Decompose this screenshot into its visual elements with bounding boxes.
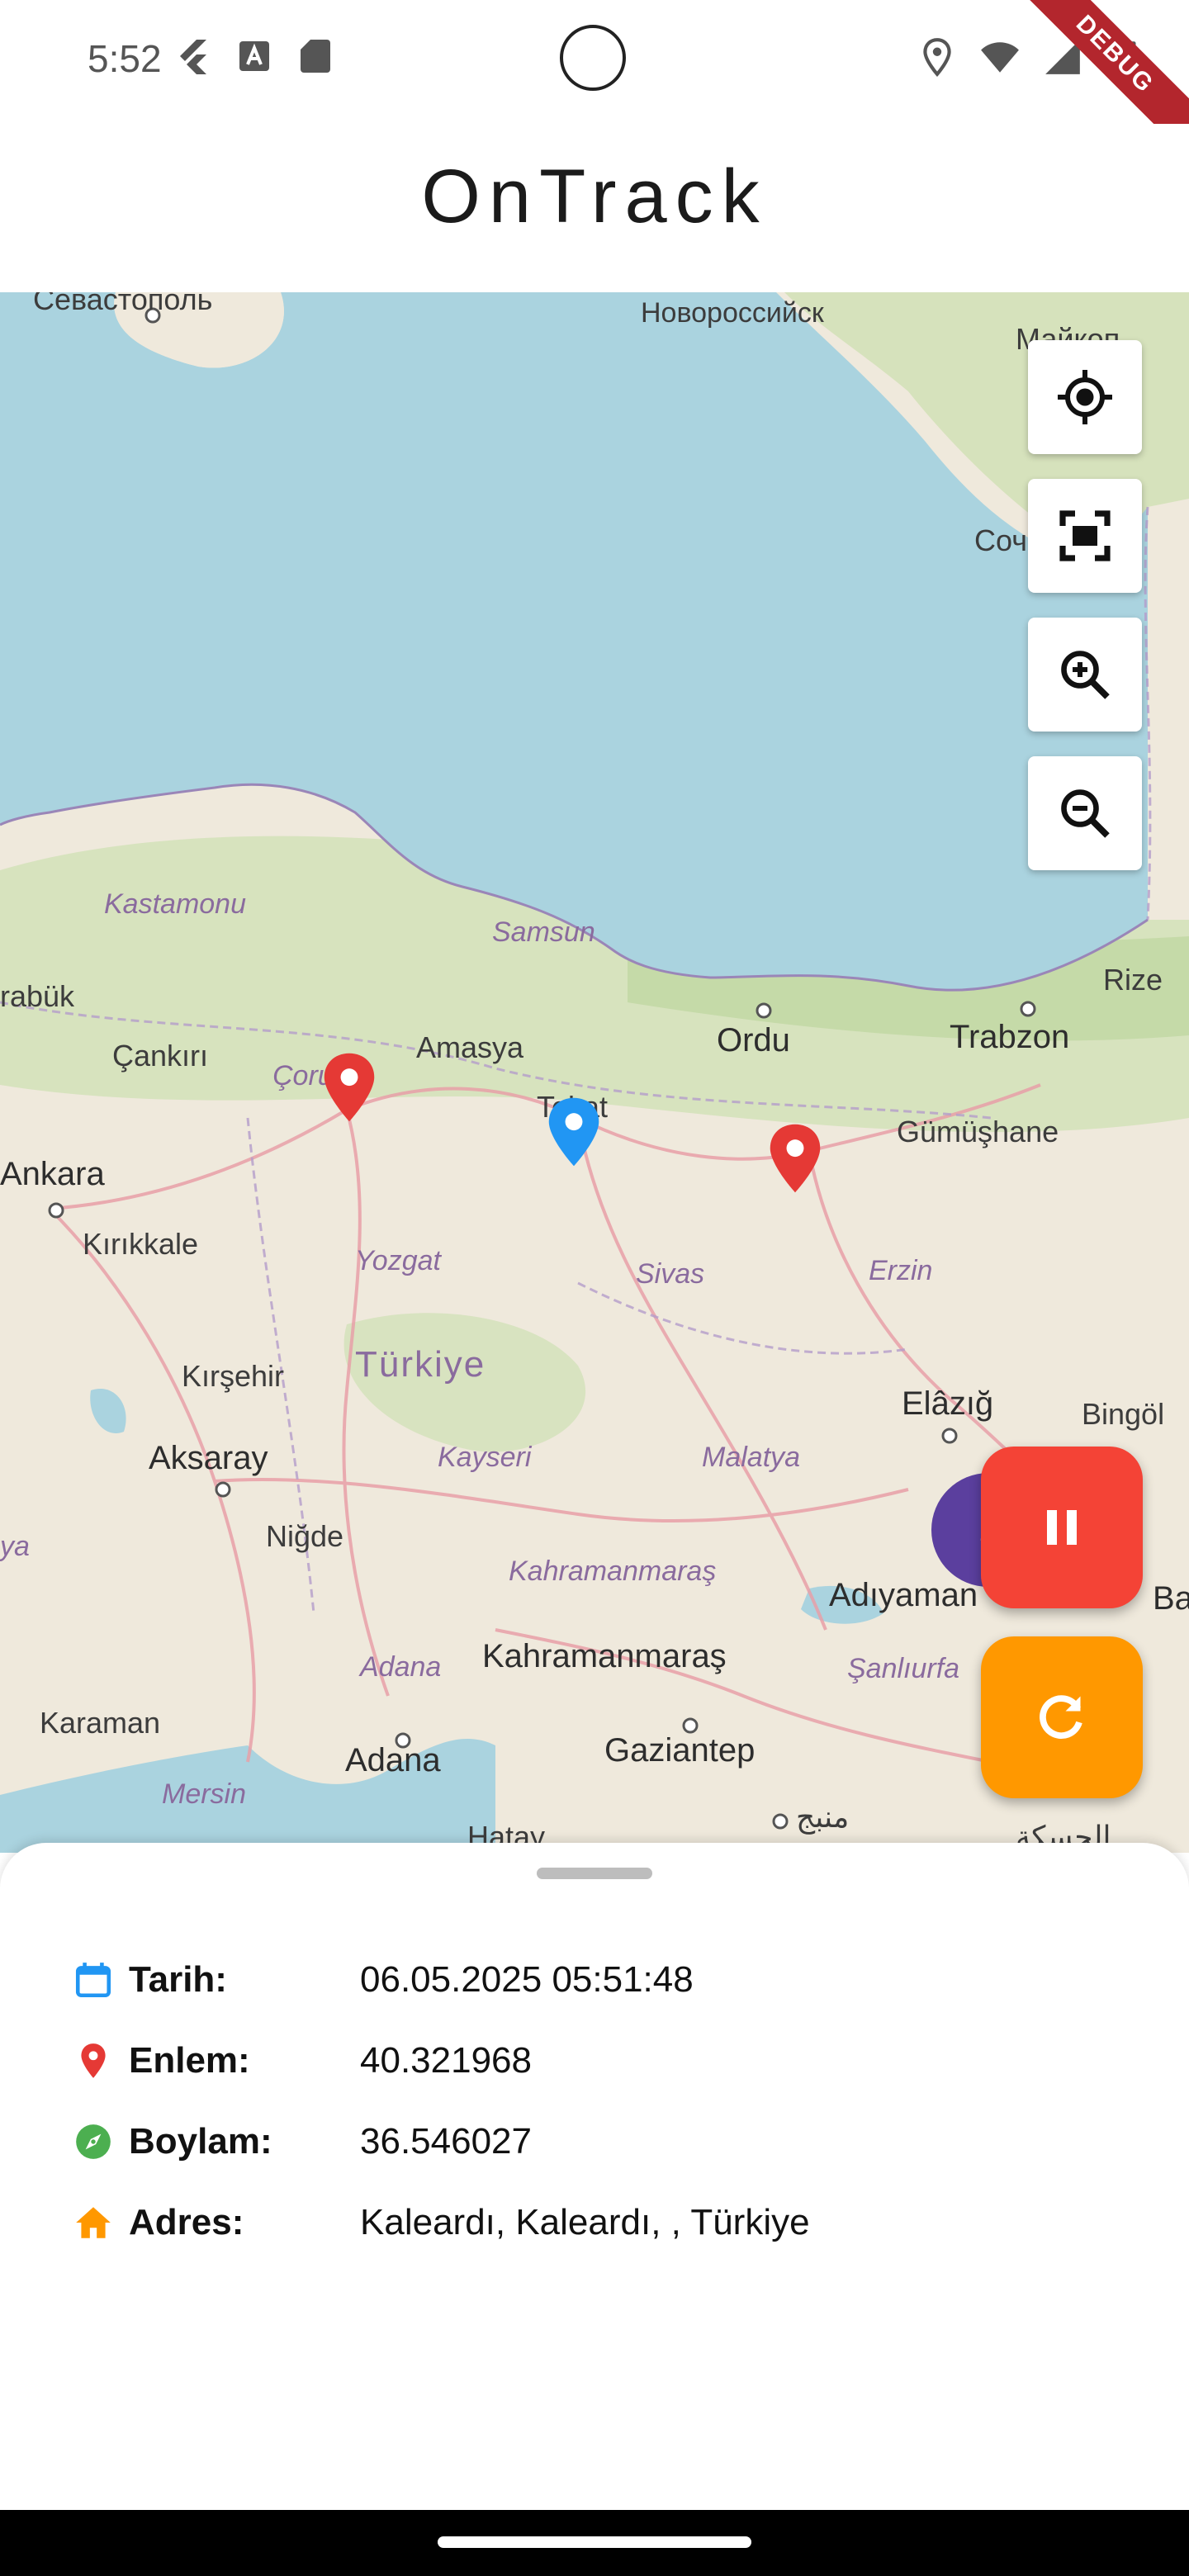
info-value: Kaleardı, Kaleardı, , Türkiye (360, 2202, 810, 2242)
wifi-icon (981, 42, 1019, 73)
compass-icon (76, 2124, 111, 2159)
map-label: rabük (0, 979, 75, 1013)
system-nav-bar (0, 2510, 1189, 2576)
home-icon (76, 2207, 111, 2238)
map-label: Gaziantep (604, 1732, 756, 1769)
details-bottom-sheet[interactable]: Tarih: 06.05.2025 05:51:48 Enlem: 40.321… (0, 1843, 1189, 2510)
drag-handle[interactable] (537, 1868, 652, 1879)
zoom-in-icon (1061, 651, 1110, 699)
pause-icon (1047, 1510, 1077, 1545)
info-value: 36.546027 (360, 2121, 532, 2162)
map-label: Trabzon (950, 1019, 1070, 1055)
info-label: Enlem: (129, 2040, 250, 2081)
map-view[interactable]: Севастополь Новороссийск Майкоп Сочи Kas… (0, 292, 1189, 1853)
info-row-date: Tarih: 06.05.2025 05:51:48 (73, 1955, 694, 2005)
zoom-out-button[interactable] (1028, 756, 1142, 870)
flutter-icon (180, 40, 206, 74)
info-row-address: Adres: Kaleardı, Kaleardı, , Türkiye (73, 2198, 810, 2247)
map-label: Aksaray (149, 1440, 268, 1476)
fit-bounds-icon (1059, 510, 1111, 561)
info-label: Boylam: (129, 2121, 272, 2162)
map-label: ya (0, 1531, 30, 1562)
text-a-icon (239, 41, 269, 71)
map-label: Niğde (266, 1519, 344, 1553)
map-label: Şanlıurfa (847, 1653, 960, 1684)
status-time: 5:52 (88, 37, 162, 80)
map-label: Rize (1103, 963, 1163, 997)
zoom-out-icon (1061, 789, 1110, 838)
location-icon (923, 38, 951, 77)
info-value: 06.05.2025 05:51:48 (360, 1959, 694, 2000)
zoom-in-button[interactable] (1028, 618, 1142, 732)
app-bar: OnTrack (0, 124, 1189, 292)
current-location-marker[interactable] (547, 1095, 601, 1169)
map-label: Kayseri (438, 1442, 532, 1473)
map-label: Kastamonu (104, 888, 246, 920)
map-label: Çankırı (112, 1039, 209, 1073)
refresh-button[interactable] (981, 1636, 1143, 1798)
info-row-latitude: Enlem: 40.321968 (73, 2036, 532, 2086)
fit-bounds-button[interactable] (1028, 479, 1142, 593)
map-label: Gümüşhane (897, 1115, 1059, 1148)
map-label: Sivas (636, 1258, 705, 1290)
calendar-icon (75, 1963, 111, 1998)
pin-icon (81, 2043, 106, 2078)
my-location-button[interactable] (1028, 340, 1142, 454)
refresh-icon (1040, 1695, 1082, 1739)
map-label: Kahramanmaraş (509, 1556, 717, 1587)
map-label: Yozgat (355, 1245, 441, 1276)
camera-cutout (560, 25, 626, 91)
location-marker[interactable] (322, 1050, 377, 1125)
map-label: Ordu (717, 1022, 790, 1058)
map-label: Adana (345, 1742, 441, 1778)
status-icons-left (173, 36, 335, 76)
map-label: Kahramanmaraş (482, 1638, 727, 1674)
home-gesture-handle[interactable] (438, 2536, 751, 2548)
map-label: Ankara (0, 1156, 105, 1192)
map-label: Bingöl (1082, 1397, 1165, 1431)
info-label: Tarih: (129, 1959, 227, 2000)
status-bar: 5:52 DEBUG (0, 0, 1189, 169)
map-label: Malatya (702, 1442, 801, 1473)
map-label: Севастополь (33, 292, 213, 316)
map-label: Новороссийск (641, 297, 824, 329)
map-label: Türkiye (355, 1344, 486, 1385)
info-row-longitude: Boylam: 36.546027 (73, 2117, 532, 2166)
map-label: Adıyaman (829, 1577, 978, 1613)
map-label: Kırşehir (182, 1359, 285, 1393)
map-label: Samsun (492, 916, 595, 948)
pause-tracking-button[interactable] (981, 1447, 1143, 1608)
map-label: Erzin (869, 1255, 933, 1286)
map-label: Adana (360, 1651, 442, 1683)
sd-card-icon (301, 40, 330, 73)
map-label: Elâzığ (902, 1385, 994, 1422)
map-label: Ba (1153, 1580, 1189, 1617)
info-value: 40.321968 (360, 2040, 532, 2081)
my-location-icon (1058, 370, 1112, 424)
map-label: Karaman (40, 1706, 161, 1740)
map-label: Amasya (416, 1030, 524, 1064)
map-label: Kırıkkale (83, 1227, 199, 1261)
map-label: منبج (796, 1800, 850, 1834)
app-title: OnTrack (421, 154, 768, 239)
map-label: Mersin (162, 1778, 247, 1810)
location-marker[interactable] (768, 1121, 822, 1196)
info-label: Adres: (129, 2202, 244, 2242)
